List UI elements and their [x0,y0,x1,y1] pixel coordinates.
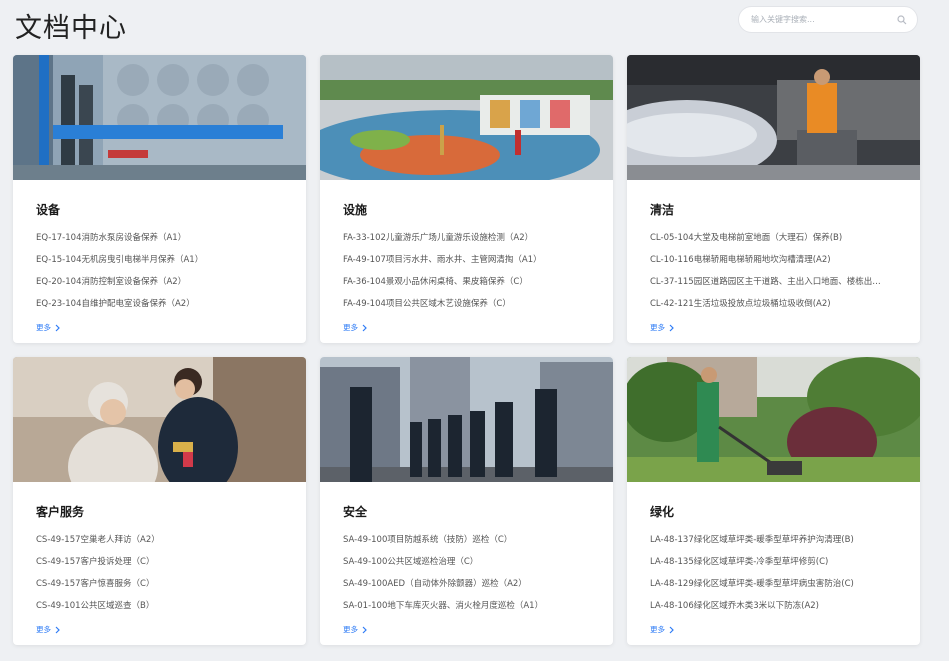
more-label: 更多 [36,323,51,332]
chevron-right-icon [55,626,60,633]
document-link[interactable]: SA-49-100公共区域巡检治理（C） [343,551,593,573]
document-link[interactable]: CL-05-104大堂及电梯前室地面（大理石）保养(B) [650,227,900,249]
page-title: 文档中心 [15,13,127,44]
chevron-right-icon [55,324,60,331]
more-label: 更多 [343,625,358,634]
category-card-customer-service: 客户服务 CS-49-157空巢老人拜访（A2） CS-49-157客户投诉处理… [13,357,306,645]
more-link[interactable]: 更多 [343,322,368,333]
document-link[interactable]: EQ-20-104消防控制室设备保养（A2） [36,271,286,293]
document-link[interactable]: EQ-23-104自维护配电室设备保养（A2） [36,293,286,315]
more-label: 更多 [36,625,51,634]
search-input[interactable] [751,15,897,24]
document-link[interactable]: CL-37-115园区道路园区主干道路、主出入口地面、楼栋出… [650,271,900,293]
document-link[interactable]: CL-10-116电梯轿厢电梯轿厢地坎沟槽清理(A2) [650,249,900,271]
chevron-right-icon [669,324,674,331]
more-link[interactable]: 更多 [343,624,368,635]
document-link[interactable]: CL-42-121生活垃圾投放点垃圾桶垃圾收倒(A2) [650,293,900,315]
more-link[interactable]: 更多 [36,322,61,333]
document-link[interactable]: LA-48-106绿化区域乔木类3米以下防冻(A2) [650,595,900,617]
document-link[interactable]: SA-49-100项目防越系统（技防）巡检（C） [343,529,593,551]
document-link[interactable]: FA-49-107项目污水井、雨水井、主管网清掏（A1） [343,249,593,271]
document-link[interactable]: SA-49-100AED（自动体外除颤器）巡检（A2） [343,573,593,595]
more-label: 更多 [650,625,665,634]
search-box[interactable] [738,6,918,33]
document-link[interactable]: FA-33-102儿童游乐广场儿童游乐设施检测（A2） [343,227,593,249]
more-link[interactable]: 更多 [650,624,675,635]
document-link[interactable]: SA-01-100地下车库灭火器、消火栓月度巡检（A1） [343,595,593,617]
card-title: 绿化 [650,505,675,519]
document-link[interactable]: LA-48-137绿化区域草坪类-暖季型草坪养护沟清理(B) [650,529,900,551]
category-card-facilities: 设施 FA-33-102儿童游乐广场儿童游乐设施检测（A2） FA-49-107… [320,55,613,343]
card-title: 清洁 [650,203,675,217]
security-photo [320,357,613,482]
document-link[interactable]: EQ-17-104消防水泵房设备保养（A1） [36,227,286,249]
document-link[interactable]: LA-48-135绿化区域草坪类-冷季型草坪修剪(C) [650,551,900,573]
card-title: 安全 [343,505,368,519]
landscaping-photo [627,357,920,482]
search-icon[interactable] [897,14,907,25]
category-card-cleaning: 清洁 CL-05-104大堂及电梯前室地面（大理石）保养(B) CL-10-11… [627,55,920,343]
document-link[interactable]: FA-36-104景观小品休闲桌椅、果皮箱保养（C） [343,271,593,293]
more-link[interactable]: 更多 [650,322,675,333]
document-link[interactable]: LA-48-129绿化区域草坪类-暖季型草坪病虫害防治(C) [650,573,900,595]
card-title: 客户服务 [36,505,85,519]
more-label: 更多 [650,323,665,332]
document-link[interactable]: CS-49-157客户投诉处理（C） [36,551,286,573]
card-title: 设备 [36,203,61,217]
chevron-right-icon [362,324,367,331]
card-title: 设施 [343,203,368,217]
category-card-landscaping: 绿化 LA-48-137绿化区域草坪类-暖季型草坪养护沟清理(B) LA-48-… [627,357,920,645]
document-link[interactable]: FA-49-104项目公共区域木艺设施保养（C） [343,293,593,315]
more-link[interactable]: 更多 [36,624,61,635]
document-link[interactable]: EQ-15-104无机房曳引电梯半月保养（A1） [36,249,286,271]
category-card-equipment: 设备 EQ-17-104消防水泵房设备保养（A1） EQ-15-104无机房曳引… [13,55,306,343]
document-link[interactable]: CS-49-157空巢老人拜访（A2） [36,529,286,551]
equipment-photo [13,55,306,180]
facilities-photo [320,55,613,180]
chevron-right-icon [362,626,367,633]
document-link[interactable]: CS-49-101公共区域巡查（B） [36,595,286,617]
customer-service-photo [13,357,306,482]
chevron-right-icon [669,626,674,633]
cleaning-photo [627,55,920,180]
more-label: 更多 [343,323,358,332]
category-card-security: 安全 SA-49-100项目防越系统（技防）巡检（C） SA-49-100公共区… [320,357,613,645]
document-link[interactable]: CS-49-157客户惊喜服务（C） [36,573,286,595]
